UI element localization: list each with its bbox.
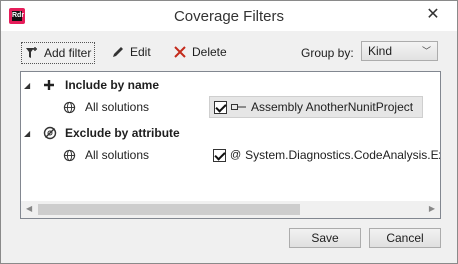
delete-label: Delete (192, 45, 227, 59)
exclude-attribute-icon (43, 126, 57, 140)
tree-group-row[interactable]: ◢ Exclude by attribute (21, 122, 440, 144)
group-by-value: Kind (368, 44, 393, 58)
scrollbar-thumb[interactable] (38, 204, 300, 215)
globe-icon (63, 101, 76, 113)
add-filter-button[interactable]: Add filter (21, 42, 96, 64)
coverage-filters-dialog: Rdr Coverage Filters ✕ Add filter Edit D… (0, 0, 458, 264)
plus-icon (44, 80, 54, 90)
edit-button[interactable]: Edit (111, 42, 151, 62)
group-by-select[interactable]: Kind ﹀ (361, 41, 438, 61)
filter-tree[interactable]: ◢ Include by name All solutions Assembly… (20, 71, 441, 219)
add-filter-label: Add filter (44, 46, 92, 60)
chevron-down-icon: ﹀ (421, 46, 431, 56)
delete-button[interactable]: Delete (173, 42, 227, 62)
group-label: Include by name (65, 78, 160, 92)
rule-text: System.Diagnostics.CodeAnalysis.Ex (245, 148, 441, 162)
solution-label: All solutions (85, 100, 150, 114)
assembly-icon (231, 104, 246, 110)
save-button[interactable]: Save (289, 228, 361, 248)
delete-x-icon (174, 46, 186, 58)
rule-text: Assembly AnotherNunitProject (251, 100, 414, 114)
edit-label: Edit (130, 45, 151, 59)
filter-rule-item[interactable]: @ System.Diagnostics.CodeAnalysis.Ex (209, 144, 441, 166)
close-icon: ✕ (426, 6, 440, 23)
cancel-button[interactable]: Cancel (369, 228, 441, 248)
expand-triangle-icon[interactable]: ◢ (24, 81, 30, 90)
solution-label: All solutions (85, 148, 150, 162)
scroll-right-icon[interactable]: ▶ (429, 204, 435, 213)
toolbar: Add filter Edit Delete Group by: Kind ﹀ (1, 39, 457, 67)
group-by-label: Group by: (301, 46, 354, 60)
close-button[interactable]: ✕ (417, 5, 449, 25)
pencil-icon (113, 47, 123, 57)
rule-checkbox[interactable] (214, 100, 227, 114)
title-bar[interactable]: Rdr Coverage Filters ✕ (1, 1, 457, 31)
group-label: Exclude by attribute (65, 126, 180, 140)
attribute-icon: @ (230, 149, 242, 161)
tree-item-row[interactable]: All solutions Assembly AnotherNunitProje… (21, 96, 440, 118)
filter-rule-item[interactable]: Assembly AnotherNunitProject (209, 96, 423, 118)
scroll-left-icon[interactable]: ◀ (26, 204, 32, 213)
horizontal-scrollbar[interactable]: ◀ ▶ (21, 201, 440, 218)
rule-checkbox[interactable] (213, 148, 226, 162)
tree-group-row[interactable]: ◢ Include by name (21, 74, 440, 96)
add-filter-icon (26, 47, 37, 58)
tree-item-row[interactable]: All solutions @ System.Diagnostics.CodeA… (21, 144, 440, 166)
globe-icon (63, 149, 76, 161)
expand-triangle-icon[interactable]: ◢ (24, 129, 30, 138)
window-title: Coverage Filters (173, 8, 285, 25)
